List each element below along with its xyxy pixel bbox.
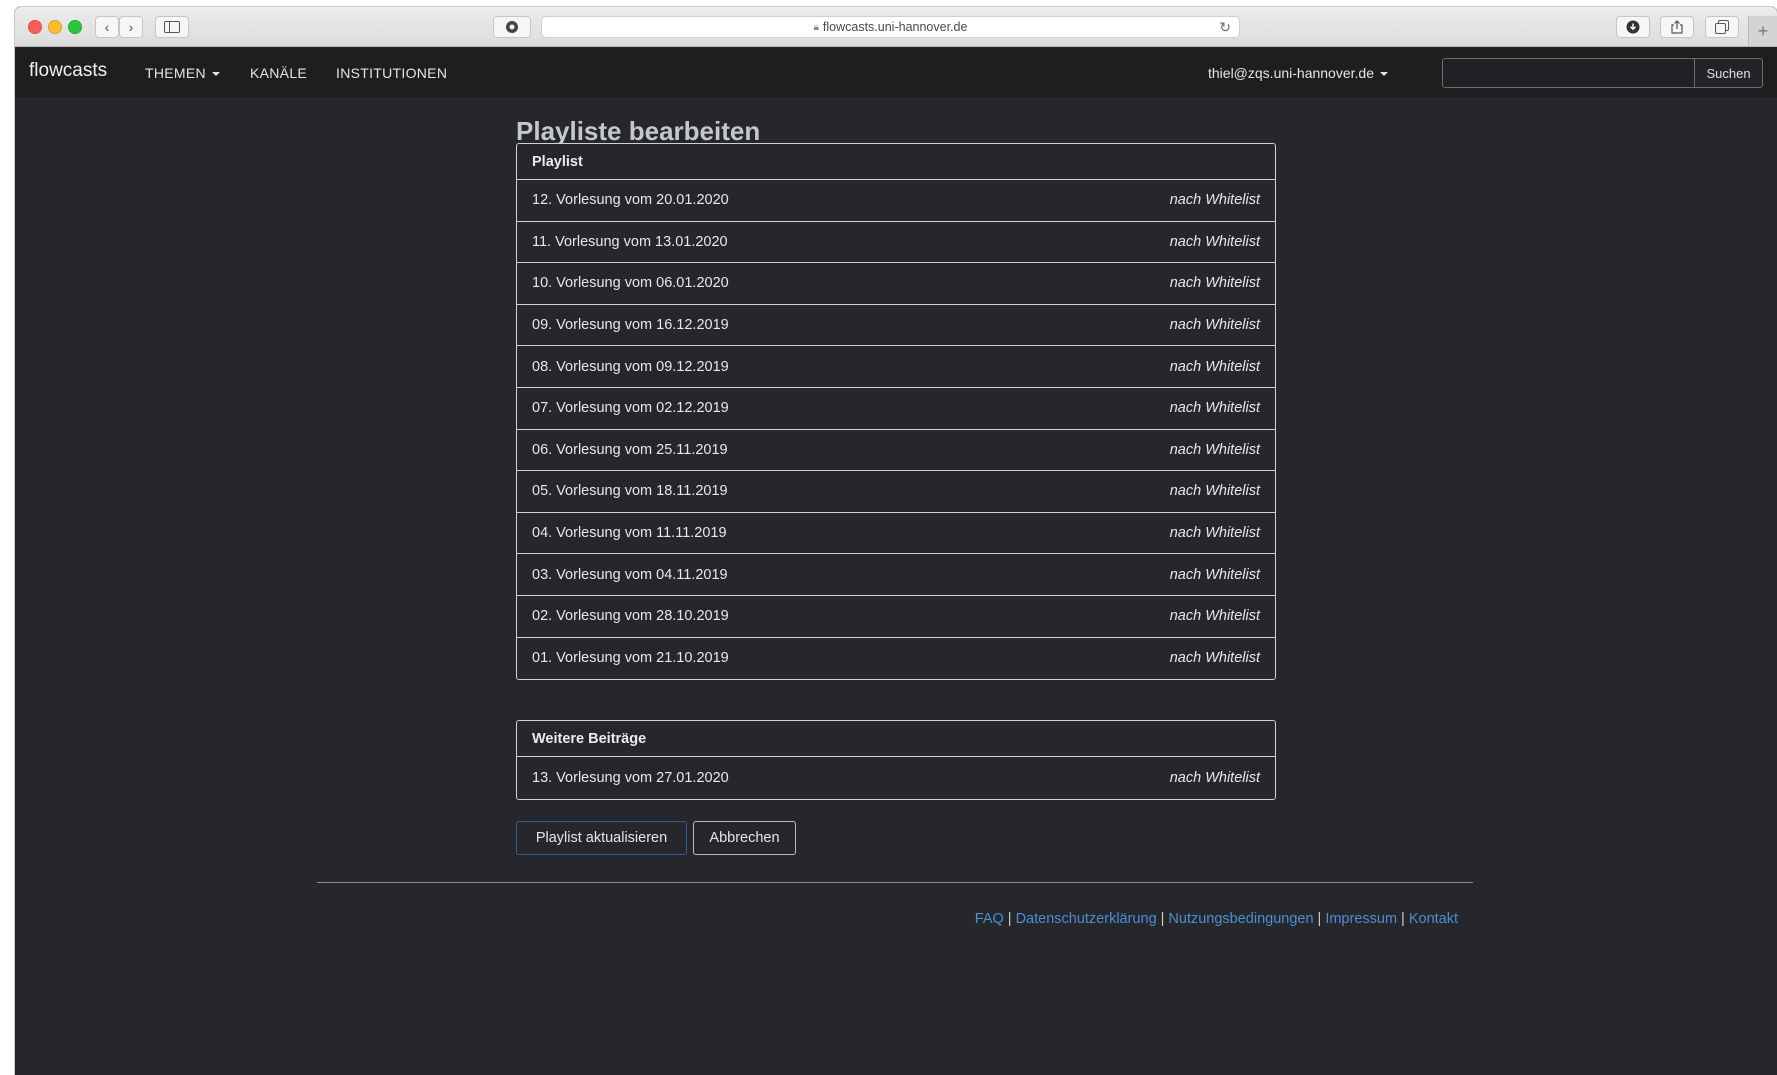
contact-link[interactable]: Kontakt bbox=[1409, 911, 1458, 927]
list-item-title: 04. Vorlesung vom 11.11.2019 bbox=[532, 525, 727, 542]
shield-icon bbox=[506, 21, 518, 33]
more-posts-heading: Weitere Beiträge bbox=[517, 721, 1275, 757]
list-item[interactable]: 05. Vorlesung vom 18.11.2019 nach Whiteli… bbox=[517, 471, 1275, 513]
download-icon bbox=[1626, 20, 1640, 34]
plus-icon: + bbox=[1757, 20, 1769, 41]
forward-button[interactable]: › bbox=[119, 16, 143, 38]
list-item-title: 08. Vorlesung vom 09.12.2019 bbox=[532, 358, 729, 375]
search-input[interactable] bbox=[1442, 58, 1695, 88]
nav-item-kanaele[interactable]: KANÄLE bbox=[250, 65, 307, 81]
list-item-title: 05. Vorlesung vom 18.11.2019 bbox=[532, 483, 728, 500]
faq-link[interactable]: FAQ bbox=[975, 911, 1004, 927]
main-navbar: flowcasts THEMEN KANÄLE INSTITUTIONEN th… bbox=[15, 47, 1777, 97]
downloads-button[interactable] bbox=[1616, 16, 1650, 38]
list-item-status: nach Whitelist bbox=[1169, 317, 1260, 334]
address-bar-url: flowcasts.uni-hannover.de bbox=[822, 20, 968, 34]
list-item-title: 03. Vorlesung vom 04.11.2019 bbox=[532, 566, 728, 583]
list-item-status: nach Whitelist bbox=[1169, 483, 1260, 500]
list-item-title: 09. Vorlesung vom 16.12.2019 bbox=[532, 317, 729, 334]
nav-item-label: KANÄLE bbox=[250, 65, 308, 81]
nav-item-label: THEMEN bbox=[145, 65, 206, 81]
list-item-status: nach Whitelist bbox=[1169, 769, 1260, 786]
list-item[interactable]: 12. Vorlesung vom 20.01.2020 nach Whiteli… bbox=[517, 180, 1275, 222]
nav-item-institutionen[interactable]: INSTITUTIONEN bbox=[336, 65, 447, 81]
list-item-status: nach Whitelist bbox=[1169, 358, 1260, 375]
list-item[interactable]: 09. Vorlesung vom 16.12.2019 nach Whiteli… bbox=[517, 305, 1275, 347]
list-item-status: nach Whitelist bbox=[1169, 233, 1260, 250]
back-button[interactable]: ‹ bbox=[95, 16, 119, 38]
list-item[interactable]: 02. Vorlesung vom 28.10.2019 nach Whiteli… bbox=[517, 596, 1275, 638]
privacy-link[interactable]: Datenschutzerklärung bbox=[1016, 911, 1157, 927]
minimize-window-button[interactable] bbox=[48, 20, 62, 34]
close-window-button[interactable] bbox=[28, 20, 42, 34]
tabs-overview-button[interactable] bbox=[1705, 16, 1739, 38]
share-icon bbox=[1671, 20, 1683, 34]
list-item-title: 06. Vorlesung vom 25.11.2019 bbox=[532, 441, 728, 458]
playlist-panel-heading: Playlist bbox=[517, 144, 1275, 180]
footer-separator: | bbox=[1007, 911, 1012, 927]
list-item-status: nach Whitelist bbox=[1169, 192, 1260, 209]
address-bar[interactable]: 🔒︎ flowcasts.uni-hannover.de ↻ bbox=[541, 16, 1240, 38]
tabs-icon bbox=[1715, 20, 1729, 34]
list-item-title: 12. Vorlesung vom 20.01.2020 bbox=[532, 192, 729, 209]
sidebar-toggle-button[interactable] bbox=[155, 16, 189, 38]
list-item-status: nach Whitelist bbox=[1169, 441, 1260, 458]
user-menu[interactable]: thiel@zqs.uni-hannover.de bbox=[1208, 65, 1388, 81]
list-item[interactable]: 08. Vorlesung vom 09.12.2019 nach Whiteli… bbox=[517, 346, 1275, 388]
footer-separator: | bbox=[1160, 911, 1165, 927]
search-button[interactable]: Suchen bbox=[1695, 58, 1763, 88]
playlist-panel: Playlist 12. Vorlesung vom 20.01.2020 nac… bbox=[516, 143, 1276, 681]
reload-icon[interactable]: ↻ bbox=[1219, 19, 1231, 36]
list-item-title: 10. Vorlesung vom 06.01.2020 bbox=[532, 275, 729, 292]
brand-logo[interactable]: flowcasts bbox=[29, 60, 107, 82]
caret-down-icon bbox=[1379, 72, 1388, 77]
list-item[interactable]: 01. Vorlesung vom 21.10.2019 nach Whiteli… bbox=[517, 638, 1275, 680]
zoom-window-button[interactable] bbox=[68, 20, 82, 34]
list-item-title: 01. Vorlesung vom 21.10.2019 bbox=[532, 650, 729, 667]
list-item[interactable]: 06. Vorlesung vom 25.11.2019 nach Whiteli… bbox=[517, 430, 1275, 472]
list-item-title: 02. Vorlesung vom 28.10.2019 bbox=[532, 608, 729, 625]
list-item-status: nach Whitelist bbox=[1169, 525, 1260, 542]
list-item-status: nach Whitelist bbox=[1169, 275, 1260, 292]
list-item[interactable]: 10. Vorlesung vom 06.01.2020 nach Whiteli… bbox=[517, 263, 1275, 305]
list-item-status: nach Whitelist bbox=[1169, 566, 1260, 583]
new-tab-button[interactable]: + bbox=[1748, 16, 1777, 46]
footer-links: FAQ | Datenschutzerklärung | Nutzungsbedingu… bbox=[975, 911, 1458, 927]
list-item-title: 07. Vorlesung vom 02.12.2019 bbox=[532, 400, 729, 417]
list-item-title: 11. Vorlesung vom 13.01.2020 bbox=[532, 233, 728, 250]
list-item[interactable]: 07. Vorlesung vom 02.12.2019 nach Whiteli… bbox=[517, 388, 1275, 430]
list-item[interactable]: 11. Vorlesung vom 13.01.2020 nach Whiteli… bbox=[517, 222, 1275, 264]
sidebar-icon bbox=[164, 21, 180, 33]
nav-item-themen[interactable]: THEMEN bbox=[145, 65, 220, 81]
chevron-right-icon: › bbox=[128, 19, 134, 35]
playlist-list: 12. Vorlesung vom 20.01.2020 nach Whiteli… bbox=[517, 180, 1275, 679]
list-item[interactable]: 03. Vorlesung vom 04.11.2019 nach Whiteli… bbox=[517, 554, 1275, 596]
list-item-status: nach Whitelist bbox=[1169, 400, 1260, 417]
cancel-button[interactable]: Abbrechen bbox=[693, 821, 796, 855]
update-playlist-button[interactable]: Playlist aktualisieren bbox=[516, 821, 687, 855]
browser-window: ‹ › 🔒︎ flowcasts.uni-hannover.de ↻ + flo… bbox=[15, 7, 1777, 1075]
terms-link[interactable]: Nutzungsbedingungen bbox=[1168, 911, 1313, 927]
list-item-status: nach Whitelist bbox=[1169, 650, 1260, 667]
more-posts-panel: Weitere Beiträge 13. Vorlesung vom 27.01… bbox=[516, 720, 1276, 800]
list-item[interactable]: 04. Vorlesung vom 11.11.2019 nach Whiteli… bbox=[517, 513, 1275, 555]
footer-separator: | bbox=[1401, 911, 1405, 927]
chevron-left-icon: ‹ bbox=[104, 19, 110, 35]
imprint-link[interactable]: Impressum bbox=[1325, 911, 1397, 927]
list-item[interactable]: 13. Vorlesung vom 27.01.2020 nach Whiteli… bbox=[517, 757, 1275, 799]
list-item-status: nach Whitelist bbox=[1169, 608, 1260, 625]
footer-separator: | bbox=[1317, 911, 1322, 927]
browser-toolbar: ‹ › 🔒︎ flowcasts.uni-hannover.de ↻ + bbox=[15, 7, 1777, 47]
lock-icon: 🔒︎ bbox=[813, 21, 819, 33]
privacy-report-button[interactable] bbox=[493, 16, 531, 38]
list-item-title: 13. Vorlesung vom 27.01.2020 bbox=[532, 769, 729, 786]
footer-divider bbox=[317, 882, 1473, 883]
caret-down-icon bbox=[211, 72, 220, 77]
user-email: thiel@zqs.uni-hannover.de bbox=[1208, 65, 1374, 81]
nav-item-label: INSTITUTIONEN bbox=[336, 65, 448, 81]
more-posts-list: 13. Vorlesung vom 27.01.2020 nach Whiteli… bbox=[517, 757, 1275, 799]
share-button[interactable] bbox=[1660, 16, 1694, 38]
